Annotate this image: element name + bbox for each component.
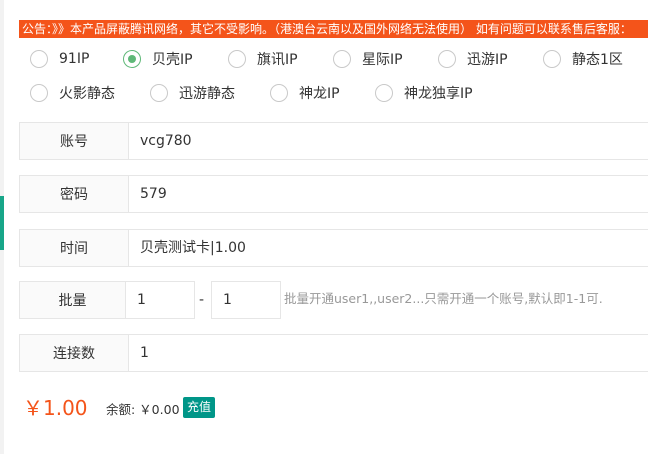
batch-label: 批量 (19, 281, 126, 319)
left-edge-accent (0, 196, 4, 250)
radio-label: 星际IP (362, 52, 403, 68)
radio-circle-icon (375, 84, 393, 102)
batch-from-input[interactable] (125, 281, 195, 319)
radio-label: 静态1区 (572, 52, 623, 68)
batch-to-input[interactable] (211, 281, 281, 319)
batch-hint: 批量开通user1,,user2...只需开通一个账号,默认即1-1可. (284, 291, 603, 306)
connections-label: 连接数 (20, 335, 129, 371)
radio-line-shenlong-dedicated-ip[interactable]: 神龙独享IP (375, 81, 473, 105)
radio-label: 神龙独享IP (404, 86, 473, 102)
radio-label: 贝壳IP (152, 52, 193, 68)
batch-row: 批量 - 批量开通user1,,user2...只需开通一个账号,默认即1-1可… (19, 281, 648, 319)
radio-line-xunyou-static[interactable]: 迅游静态 (150, 81, 235, 105)
password-label: 密码 (20, 176, 129, 212)
notice-banner: 公告：》》本产品屏蔽腾讯网络，其它不受影响。（港澳台云南以及国外网络无法使用） … (19, 20, 648, 38)
radio-circle-icon (543, 50, 561, 68)
time-label: 时间 (20, 230, 129, 266)
radio-line-shenlong-ip[interactable]: 神龙IP (270, 81, 340, 105)
time-row: 时间 贝壳测试卡|1.00 (19, 229, 648, 267)
radio-line-beike-ip[interactable]: 贝壳IP (123, 47, 193, 71)
radio-circle-icon (270, 84, 288, 102)
batch-range-dash: - (199, 292, 205, 308)
radio-circle-icon (150, 84, 168, 102)
radio-line-xunyou-ip[interactable]: 迅游IP (438, 47, 508, 71)
connections-row: 连接数 1 (19, 334, 648, 372)
time-value[interactable]: 贝壳测试卡|1.00 (140, 230, 246, 266)
balance-text: 余额: ￥0.00 (106, 402, 180, 417)
radio-label: 神龙IP (299, 86, 340, 102)
radio-checked-icon (123, 50, 141, 68)
account-row: 账号 vcg780 (19, 122, 648, 160)
radio-circle-icon (438, 50, 456, 68)
recharge-button[interactable]: 充值 (183, 397, 216, 418)
radio-circle-icon (333, 50, 351, 68)
radio-label: 迅游静态 (179, 86, 235, 102)
password-value[interactable]: 579 (140, 176, 167, 212)
radio-label: 火影静态 (59, 86, 115, 102)
radio-circle-icon (30, 50, 48, 68)
radio-label: 迅游IP (467, 52, 508, 68)
connections-value[interactable]: 1 (140, 335, 149, 371)
password-row: 密码 579 (19, 175, 648, 213)
left-edge-strip (0, 0, 4, 454)
radio-label: 91IP (59, 51, 90, 67)
account-value[interactable]: vcg780 (140, 123, 192, 159)
radio-line-huoying-static[interactable]: 火影静态 (30, 81, 115, 105)
account-label: 账号 (20, 123, 129, 159)
radio-line-xingji-ip[interactable]: 星际IP (333, 47, 403, 71)
radio-circle-icon (30, 84, 48, 102)
radio-line-91ip[interactable]: 91IP (30, 47, 89, 71)
total-price: ￥1.00 (23, 396, 88, 420)
radio-line-qixun-ip[interactable]: 旗讯IP (228, 47, 298, 71)
radio-circle-icon (228, 50, 246, 68)
radio-line-static-zone1[interactable]: 静态1区 (543, 47, 623, 71)
radio-label: 旗讯IP (257, 52, 298, 68)
